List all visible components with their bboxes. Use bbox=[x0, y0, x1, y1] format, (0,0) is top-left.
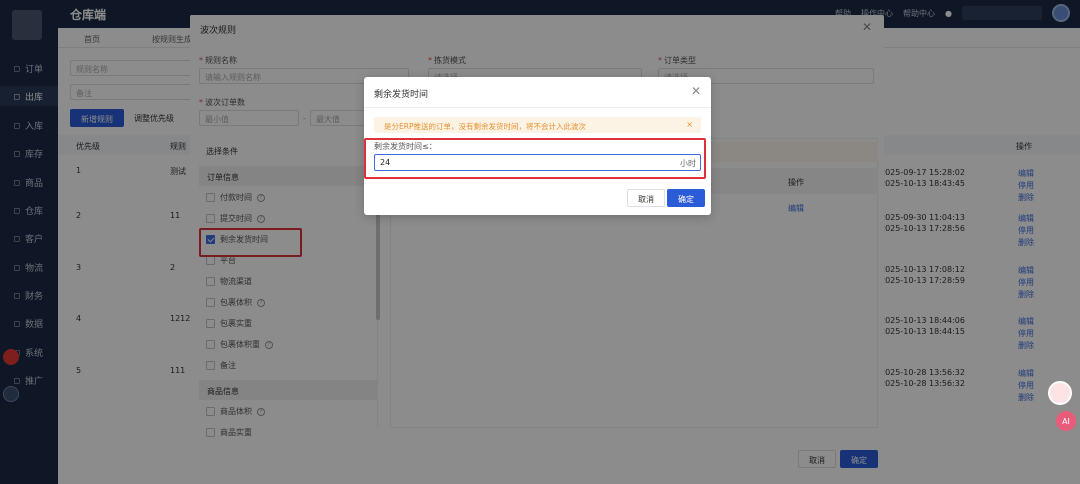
alert-text: 是分ERP推送的订单，没有剩余发货时间，将不会计入此波次 bbox=[384, 122, 586, 131]
time-cancel-button[interactable]: 取消 bbox=[627, 189, 665, 207]
highlight-box-input bbox=[364, 138, 706, 179]
assistant-avatar-icon[interactable] bbox=[1048, 381, 1072, 405]
ai-badge-icon[interactable]: AI bbox=[1056, 411, 1076, 431]
remaining-time-dialog: 剩余发货时间 ✕ 是分ERP推送的订单，没有剩余发货时间，将不会计入此波次 × … bbox=[364, 77, 711, 215]
time-confirm-button[interactable]: 确定 bbox=[667, 189, 705, 207]
time-dialog-title: 剩余发货时间 bbox=[374, 90, 429, 100]
alert-close-icon[interactable]: × bbox=[686, 120, 693, 129]
close-icon[interactable]: ✕ bbox=[691, 84, 701, 98]
alert-banner: 是分ERP推送的订单，没有剩余发货时间，将不会计入此波次 × bbox=[374, 117, 701, 133]
